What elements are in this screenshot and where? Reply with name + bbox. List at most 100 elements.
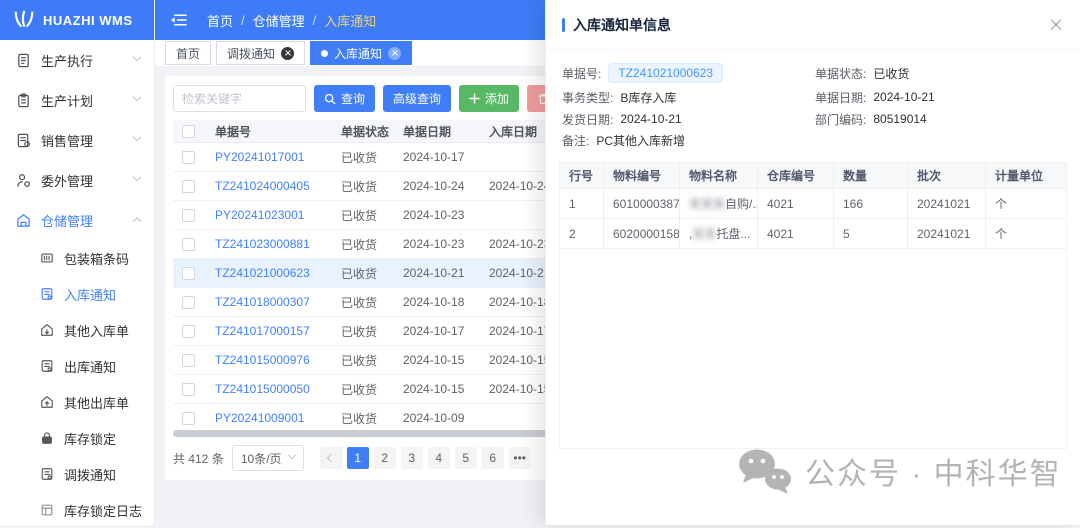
document-gear-icon (16, 133, 31, 148)
page-button-5[interactable]: 5 (455, 447, 477, 469)
sidebar-item-production-exec[interactable]: 生产执行 (0, 40, 154, 80)
sidebar-item-outsourcing[interactable]: 委外管理 (0, 160, 154, 200)
huazhi-logo-icon (13, 10, 35, 30)
sidebar-item-stock-lock[interactable]: 库存锁定 (0, 420, 154, 456)
redacted-text: 某某 (692, 225, 716, 242)
field-ship-date: 发货日期: 2024-10-21 (562, 111, 815, 128)
app-title: HUAZHI WMS (43, 13, 133, 28)
clipboard-icon (16, 93, 31, 108)
row-checkbox[interactable] (182, 180, 195, 193)
search-input[interactable] (173, 85, 306, 112)
total-count: 共 412 条 (173, 450, 224, 467)
sidebar-nav: 生产执行 生产计划 销售管理 委外管理 仓储管理 包装箱条码 (0, 40, 154, 528)
sidebar-item-box-barcode[interactable]: 包装箱条码 (0, 240, 154, 276)
doc-number-link[interactable]: PY20241017001 (203, 150, 333, 164)
field-date: 单据日期: 2024-10-21 (815, 89, 1064, 106)
detail-header-row: 行号 物料编号 物料名称 仓库编号 数量 批次 计量单位 (560, 163, 1066, 189)
page-buttons: 1 2 3 4 5 6 ••• (320, 447, 531, 469)
more-pages-button[interactable]: ••• (509, 447, 531, 469)
row-checkbox[interactable] (182, 325, 195, 338)
advanced-query-button[interactable]: 高级查询 (383, 85, 451, 112)
field-status: 单据状态: 已收货 (815, 65, 1064, 82)
detail-lines-table: 行号 物料编号 物料名称 仓库编号 数量 批次 计量单位 1 601000038… (559, 162, 1067, 449)
sidebar-item-other-outbound[interactable]: 其他出库单 (0, 384, 154, 420)
plus-icon (469, 93, 480, 104)
doc-number-link[interactable]: TZ241017000157 (203, 324, 333, 338)
house-arrow-icon (40, 395, 54, 409)
sidebar-item-warehouse[interactable]: 仓储管理 (0, 200, 154, 240)
chevron-down-icon (133, 173, 141, 181)
doc-number-link[interactable]: TZ241018000307 (203, 295, 333, 309)
redacted-text: 某某某 (689, 195, 725, 212)
sidebar-item-production-plan[interactable]: 生产计划 (0, 80, 154, 120)
sidebar-item-inbound-notice[interactable]: 入库通知 (0, 276, 154, 312)
detail-row[interactable]: 1 6010000387 某某某自购/... 4021 166 20241021… (560, 189, 1066, 219)
chevron-down-icon (133, 53, 141, 61)
sidebar-item-stock-lock-log[interactable]: 库存锁定日志 (0, 492, 154, 528)
doc-number-link[interactable]: TZ241023000881 (203, 237, 333, 251)
prev-page-button[interactable] (320, 447, 342, 469)
add-button[interactable]: 添加 (459, 85, 519, 112)
chevron-down-icon (287, 451, 295, 459)
chevron-down-icon (133, 133, 141, 141)
sidebar-item-sales[interactable]: 销售管理 (0, 120, 154, 160)
barcode-card-icon (40, 251, 54, 265)
field-doc-no: 单据号: TZ241021000623 (562, 63, 815, 83)
tab-inbound-notice[interactable]: 入库通知 (310, 41, 412, 65)
doc-number-link[interactable]: PY20241023001 (203, 208, 333, 222)
page-button-1[interactable]: 1 (347, 447, 369, 469)
query-button[interactable]: 查询 (314, 85, 375, 112)
doc-number-link[interactable]: TZ241024000405 (203, 179, 333, 193)
title-accent-bar (562, 18, 565, 32)
warehouse-icon (16, 213, 31, 228)
doc-number-link[interactable]: TZ241015000050 (203, 382, 333, 396)
material-name-cell: ,某某托盘... (680, 219, 758, 248)
select-all-checkbox[interactable] (182, 125, 195, 138)
row-checkbox[interactable] (182, 151, 195, 164)
row-checkbox[interactable] (182, 354, 195, 367)
page-button-4[interactable]: 4 (428, 447, 450, 469)
breadcrumb-current: 入库通知 (324, 11, 376, 30)
page-button-3[interactable]: 3 (401, 447, 423, 469)
chevron-down-icon (133, 93, 141, 101)
row-checkbox[interactable] (182, 267, 195, 280)
page-size-select[interactable]: 10条/页 (232, 445, 304, 471)
document-icon (16, 53, 31, 68)
lock-icon (40, 431, 54, 445)
breadcrumb-home[interactable]: 首页 (207, 11, 233, 30)
detail-row[interactable]: 2 6020000158 ,某某托盘... 4021 5 20241021 个 (560, 219, 1066, 249)
sidebar-item-transfer-notice[interactable]: 调拨通知 (0, 456, 154, 492)
sidebar-item-outbound-notice[interactable]: 出库通知 (0, 348, 154, 384)
row-checkbox[interactable] (182, 412, 195, 425)
chevron-up-icon (133, 217, 141, 225)
field-dept-code: 部门编码: 80519014 (815, 111, 1064, 128)
log-grid-icon (40, 503, 54, 517)
search-icon (324, 93, 336, 105)
doc-number-badge[interactable]: TZ241021000623 (608, 63, 723, 83)
doc-number-link[interactable]: PY20241009001 (203, 411, 333, 425)
sidebar-item-other-inbound[interactable]: 其他入库单 (0, 312, 154, 348)
menu-fold-icon[interactable] (170, 13, 187, 27)
house-arrow-icon (40, 323, 54, 337)
active-dot-icon (321, 50, 328, 57)
row-checkbox[interactable] (182, 238, 195, 251)
doc-number-link[interactable]: TZ241015000976 (203, 353, 333, 367)
close-icon[interactable] (281, 47, 294, 60)
breadcrumb: 首页 / 仓储管理 / 入库通知 (207, 11, 376, 30)
tab-home[interactable]: 首页 (165, 41, 211, 65)
row-checkbox[interactable] (182, 296, 195, 309)
field-remark: 备注: PC其他入库新增 (562, 132, 1064, 149)
sidebar: HUAZHI WMS 生产执行 生产计划 销售管理 委外管理 仓储管理 (0, 0, 155, 525)
close-icon[interactable] (388, 47, 401, 60)
page-button-6[interactable]: 6 (482, 447, 504, 469)
detail-fields: 单据号: TZ241021000623 单据状态: 已收货 事务类型: B库存入… (562, 60, 1064, 150)
row-checkbox[interactable] (182, 209, 195, 222)
page-button-2[interactable]: 2 (374, 447, 396, 469)
close-icon[interactable] (1048, 17, 1064, 33)
person-gear-icon (16, 173, 31, 188)
row-checkbox[interactable] (182, 383, 195, 396)
notice-document-icon (40, 287, 54, 301)
breadcrumb-warehouse[interactable]: 仓储管理 (253, 11, 305, 30)
doc-number-link[interactable]: TZ241021000623 (203, 266, 333, 280)
tab-transfer-notice[interactable]: 调拨通知 (216, 41, 305, 65)
